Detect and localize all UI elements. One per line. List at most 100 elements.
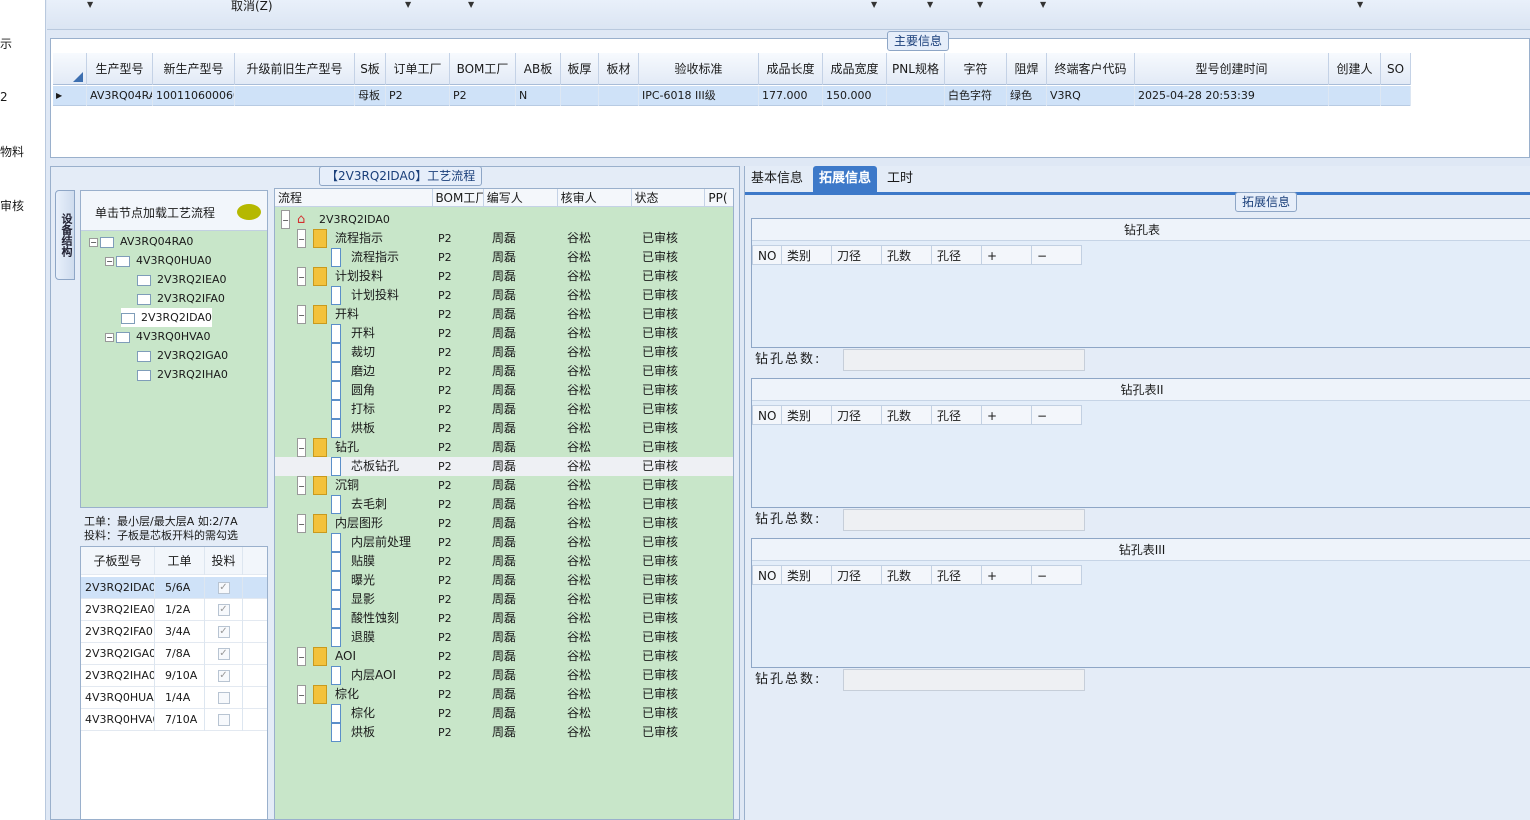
tab-work-hours[interactable]: 工时 <box>881 166 919 192</box>
column-header[interactable]: 工单 <box>155 547 205 575</box>
flow-row[interactable]: 开料 P2 周磊 谷松 已审核 <box>275 324 733 343</box>
left-nav-item[interactable]: 示 <box>0 35 12 52</box>
tree-node[interactable]: − AV3RQ04RA0 <box>89 232 193 251</box>
feed-checkbox[interactable] <box>217 692 230 704</box>
node-checkbox[interactable] <box>116 331 130 343</box>
feed-checkbox[interactable]: ✓ <box>217 648 230 660</box>
flow-row[interactable]: − 开料 P2 周磊 谷松 已审核 <box>275 305 733 324</box>
flow-row[interactable]: 显影 P2 周磊 谷松 已审核 <box>275 590 733 609</box>
remove-row-button[interactable]: − <box>1032 245 1082 265</box>
column-header[interactable]: NO <box>752 405 782 425</box>
node-checkbox[interactable] <box>116 255 130 267</box>
tree-node[interactable]: 2V3RQ2IEA0 <box>137 270 227 289</box>
flow-row[interactable]: 圆角 P2 周磊 谷松 已审核 <box>275 381 733 400</box>
table-row[interactable]: 2V3RQ2IHA0 9/10A ✓ <box>81 665 267 687</box>
feed-checkbox[interactable]: ✓ <box>217 582 230 594</box>
tab-extended-info[interactable]: 拓展信息 <box>813 166 878 192</box>
column-header[interactable]: 板材 <box>599 53 639 85</box>
left-nav-item[interactable]: 审核 <box>0 197 24 214</box>
tree-node[interactable]: − 4V3RQ0HUA0 <box>105 251 212 270</box>
drill-total-field[interactable] <box>843 669 1085 691</box>
column-header[interactable]: BOM工厂 <box>433 189 484 207</box>
table-row[interactable]: 2V3RQ2IEA0 1/2A ✓ <box>81 599 267 621</box>
flow-row[interactable]: 烘板 P2 周磊 谷松 已审核 <box>275 723 733 742</box>
flow-row[interactable]: 裁切 P2 周磊 谷松 已审核 <box>275 343 733 362</box>
column-header[interactable]: 订单工厂 <box>386 53 450 85</box>
dropdown-arrow-icon[interactable]: ▼ <box>1040 0 1046 9</box>
dropdown-arrow-icon[interactable]: ▼ <box>1357 0 1363 9</box>
flow-row[interactable]: 棕化 P2 周磊 谷松 已审核 <box>275 704 733 723</box>
speech-bubble-icon[interactable] <box>237 204 261 220</box>
column-header[interactable]: 编写人 <box>484 189 558 207</box>
remove-row-button[interactable]: − <box>1032 565 1082 585</box>
column-header[interactable]: 状态 <box>632 189 706 207</box>
column-header[interactable]: 新生产型号 <box>153 53 235 85</box>
tree-node[interactable]: − 4V3RQ0HVA0 <box>105 327 210 346</box>
node-checkbox[interactable] <box>100 236 114 248</box>
column-header[interactable]: 核审人 <box>558 189 632 207</box>
column-header[interactable]: NO <box>752 245 782 265</box>
flow-row[interactable]: 流程指示 P2 周磊 谷松 已审核 <box>275 248 733 267</box>
node-checkbox[interactable] <box>137 274 151 286</box>
cancel-button[interactable]: 取消(Z) <box>231 0 273 14</box>
flow-row[interactable]: 磨边 P2 周磊 谷松 已审核 <box>275 362 733 381</box>
column-header[interactable]: 终端客户代码 <box>1047 53 1135 85</box>
flow-row[interactable]: 烘板 P2 周磊 谷松 已审核 <box>275 419 733 438</box>
table-row[interactable]: 4V3RQ0HUA0 1/4A <box>81 687 267 709</box>
table-row[interactable]: ▶ AV3RQ04RA0 10011060006047 母板 P2 P2 N I… <box>53 86 1411 106</box>
remove-row-button[interactable]: − <box>1032 405 1082 425</box>
flow-row[interactable]: 曝光 P2 周磊 谷松 已审核 <box>275 571 733 590</box>
flow-row[interactable]: − 棕化 P2 周磊 谷松 已审核 <box>275 685 733 704</box>
node-checkbox[interactable] <box>121 312 135 324</box>
column-header[interactable]: 流程 <box>275 189 433 207</box>
drill-total-field[interactable] <box>843 509 1085 531</box>
flow-row[interactable]: 内层前处理 P2 周磊 谷松 已审核 <box>275 533 733 552</box>
column-header[interactable]: 型号创建时间 <box>1135 53 1329 85</box>
column-header[interactable]: 创建人 <box>1329 53 1381 85</box>
left-nav-item[interactable]: 2 <box>0 90 8 104</box>
column-header[interactable]: 孔数 <box>882 405 932 425</box>
flow-row[interactable]: 计划投料 P2 周磊 谷松 已审核 <box>275 286 733 305</box>
flow-row[interactable]: 打标 P2 周磊 谷松 已审核 <box>275 400 733 419</box>
table-row[interactable]: 2V3RQ2IFA0 3/4A ✓ <box>81 621 267 643</box>
column-header[interactable]: 孔数 <box>882 245 932 265</box>
collapse-icon[interactable]: − <box>105 256 114 266</box>
add-row-button[interactable]: + <box>982 405 1032 425</box>
column-header[interactable]: 投料 <box>205 547 243 575</box>
feed-checkbox[interactable] <box>217 714 230 726</box>
column-header[interactable]: 刀径 <box>832 565 882 585</box>
column-header[interactable]: 字符 <box>945 53 1007 85</box>
dropdown-arrow-icon[interactable]: ▼ <box>468 0 474 9</box>
table-row[interactable]: 4V3RQ0HVA0 7/10A <box>81 709 267 731</box>
flow-row[interactable]: − AOI P2 周磊 谷松 已审核 <box>275 647 733 666</box>
flow-row[interactable]: − 内层图形 P2 周磊 谷松 已审核 <box>275 514 733 533</box>
column-header[interactable]: 板厚 <box>561 53 599 85</box>
column-header[interactable]: 类别 <box>782 245 832 265</box>
tab-basic-info[interactable]: 基本信息 <box>745 166 809 192</box>
column-header[interactable]: 孔径 <box>932 245 982 265</box>
column-header[interactable]: 验收标准 <box>639 53 759 85</box>
feed-checkbox[interactable]: ✓ <box>217 626 230 638</box>
column-header[interactable]: BOM工厂 <box>450 53 516 85</box>
node-checkbox[interactable] <box>137 350 151 362</box>
table-row[interactable]: 2V3RQ2IGA0 7/8A ✓ <box>81 643 267 665</box>
splitter[interactable] <box>50 158 1530 166</box>
column-header[interactable]: 刀径 <box>832 405 882 425</box>
node-checkbox[interactable] <box>137 369 151 381</box>
column-header[interactable]: 孔数 <box>882 565 932 585</box>
collapse-icon[interactable]: − <box>89 237 98 247</box>
flow-row[interactable]: 退膜 P2 周磊 谷松 已审核 <box>275 628 733 647</box>
dropdown-arrow-icon[interactable]: ▼ <box>405 0 411 9</box>
column-header[interactable]: 成品宽度 <box>823 53 887 85</box>
flow-root[interactable]: − ⌂ 2V3RQ2IDA0 <box>275 210 733 229</box>
flow-row[interactable]: − 流程指示 P2 周磊 谷松 已审核 <box>275 229 733 248</box>
column-header[interactable]: 类别 <box>782 565 832 585</box>
tree-node[interactable]: 2V3RQ2IHA0 <box>137 365 228 384</box>
column-header[interactable]: 升级前旧生产型号 <box>235 53 355 85</box>
flow-row[interactable]: 去毛刺 P2 周磊 谷松 已审核 <box>275 495 733 514</box>
dropdown-arrow-icon[interactable]: ▼ <box>871 0 877 9</box>
flow-row[interactable]: 内层AOI P2 周磊 谷松 已审核 <box>275 666 733 685</box>
column-header[interactable]: NO <box>752 565 782 585</box>
column-header[interactable]: 刀径 <box>832 245 882 265</box>
column-header[interactable]: S板 <box>355 53 386 85</box>
